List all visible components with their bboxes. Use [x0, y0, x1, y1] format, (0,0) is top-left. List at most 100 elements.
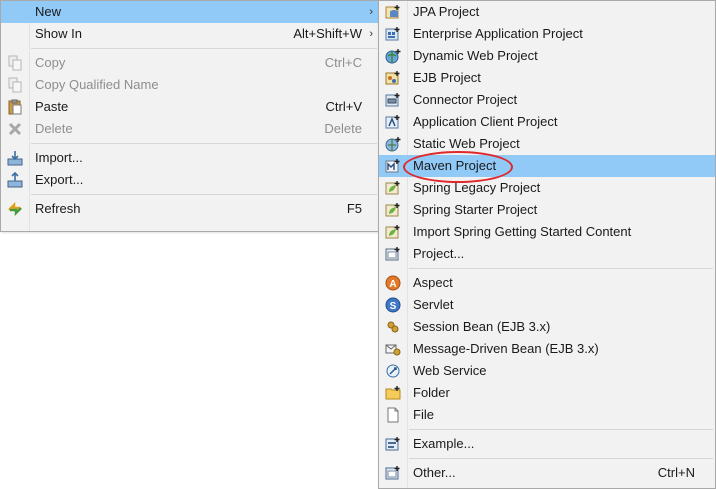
submenu-item-folder[interactable]: Folder: [379, 382, 715, 404]
jpa-project-icon: [385, 5, 400, 19]
submenu-item-jpa-project[interactable]: JPA Project: [379, 1, 715, 23]
svg-text:S: S: [390, 301, 397, 312]
submenu-item-example[interactable]: Example...: [379, 433, 715, 455]
web-service-icon: [386, 364, 400, 378]
aspect-icon: A: [385, 275, 401, 291]
submenu-item-other[interactable]: Other... Ctrl+N: [379, 462, 715, 484]
menu-item-label: Connector Project: [413, 92, 518, 107]
submenu-item-file[interactable]: File: [379, 404, 715, 426]
menu-item-label: Servlet: [413, 297, 454, 312]
menu-item-label: Message-Driven Bean (EJB 3.x): [413, 341, 599, 356]
menu-item-refresh[interactable]: Refresh F5: [1, 198, 379, 220]
servlet-icon: S: [385, 297, 401, 313]
submenu-item-project[interactable]: Project...: [379, 243, 715, 265]
connector-project-icon: [385, 93, 400, 107]
menu-item-export[interactable]: Export...: [1, 169, 379, 191]
menu-item-label: Spring Starter Project: [413, 202, 538, 217]
menu-item-shortcut: Ctrl+N: [657, 465, 695, 480]
menu-separator: [409, 429, 713, 430]
menu-item-delete[interactable]: Delete Delete: [1, 118, 379, 140]
menu-item-label: Aspect: [413, 275, 453, 290]
other-icon: [385, 466, 400, 480]
context-menu: New › Show In Alt+Shift+W › Copy Ctrl+C …: [0, 0, 380, 232]
menu-item-label: Application Client Project: [413, 114, 558, 129]
menu-item-shortcut: Alt+Shift+W: [293, 26, 362, 41]
menu-item-import[interactable]: Import...: [1, 147, 379, 169]
menu-item-copy-qualified-name[interactable]: Copy Qualified Name: [1, 74, 379, 96]
file-icon: [387, 407, 399, 423]
submenu-item-spring-starter-project[interactable]: Spring Starter Project: [379, 199, 715, 221]
enterprise-application-project-icon: [385, 27, 400, 41]
import-spring-content-icon: [385, 225, 400, 239]
submenu-item-aspect[interactable]: A Aspect: [379, 272, 715, 294]
menu-item-label: File: [413, 407, 434, 422]
menu-item-copy[interactable]: Copy Ctrl+C: [1, 52, 379, 74]
project-icon: [385, 247, 400, 261]
submenu-item-spring-legacy-project[interactable]: Spring Legacy Project: [379, 177, 715, 199]
menu-item-label: JPA Project: [413, 4, 480, 19]
submenu-item-ejb-project[interactable]: EJB Project: [379, 67, 715, 89]
submenu-item-web-service[interactable]: Web Service: [379, 360, 715, 382]
menu-item-label: Project...: [413, 246, 465, 261]
new-submenu: JPA Project Enterprise Application Proje…: [378, 0, 716, 489]
menu-item-shortcut: F5: [346, 201, 362, 216]
menu-item-label: Import Spring Getting Started Content: [413, 224, 632, 239]
menu-item-shortcut: Ctrl+V: [325, 99, 362, 114]
copy-icon: [8, 55, 22, 71]
submenu-item-servlet[interactable]: S Servlet: [379, 294, 715, 316]
maven-project-icon: [385, 159, 400, 173]
menu-item-label: Spring Legacy Project: [413, 180, 541, 195]
dynamic-web-project-icon: [385, 49, 401, 64]
submenu-item-message-driven-bean[interactable]: Message-Driven Bean (EJB 3.x): [379, 338, 715, 360]
submenu-item-enterprise-application-project[interactable]: Enterprise Application Project: [379, 23, 715, 45]
menu-item-label: Refresh: [35, 201, 81, 216]
application-client-project-icon: [385, 115, 400, 129]
export-icon: [7, 172, 23, 188]
submenu-item-import-spring-content[interactable]: Import Spring Getting Started Content: [379, 221, 715, 243]
folder-icon: [385, 386, 401, 400]
copy-qualified-name-icon: [8, 77, 22, 93]
menu-item-label: Web Service: [413, 363, 487, 378]
menu-item-label: Paste: [35, 99, 69, 114]
static-web-project-icon: [385, 137, 401, 152]
submenu-item-session-bean[interactable]: Session Bean (EJB 3.x): [379, 316, 715, 338]
submenu-arrow-icon: ›: [369, 6, 373, 18]
import-icon: [7, 151, 23, 166]
menu-separator: [409, 458, 713, 459]
menu-item-label: Copy: [35, 55, 66, 70]
menu-item-label: Session Bean (EJB 3.x): [413, 319, 551, 334]
ejb-project-icon: [385, 71, 400, 85]
menu-item-label: EJB Project: [413, 70, 481, 85]
submenu-item-application-client-project[interactable]: Application Client Project: [379, 111, 715, 133]
menu-separator: [31, 194, 377, 195]
menu-separator: [409, 268, 713, 269]
menu-item-label: Delete: [35, 121, 73, 136]
menu-item-label: New: [35, 4, 62, 19]
menu-item-shortcut: Delete: [324, 121, 362, 136]
svg-text:A: A: [389, 279, 396, 290]
submenu-item-dynamic-web-project[interactable]: Dynamic Web Project: [379, 45, 715, 67]
menu-item-label: Import...: [35, 150, 83, 165]
menu-item-label: Static Web Project: [413, 136, 520, 151]
paste-icon: [8, 99, 22, 115]
spring-legacy-project-icon: [385, 181, 400, 195]
menu-item-label: Other...: [413, 465, 456, 480]
menu-separator: [31, 143, 377, 144]
menu-separator: [31, 48, 377, 49]
submenu-item-maven-project[interactable]: Maven Project: [379, 155, 715, 177]
message-driven-bean-icon: [385, 344, 401, 356]
submenu-item-connector-project[interactable]: Connector Project: [379, 89, 715, 111]
refresh-icon: [8, 201, 22, 217]
submenu-item-static-web-project[interactable]: Static Web Project: [379, 133, 715, 155]
menu-item-shortcut: Ctrl+C: [324, 55, 362, 70]
submenu-arrow-icon: ›: [369, 28, 373, 40]
spring-starter-project-icon: [385, 203, 400, 217]
delete-icon: [8, 122, 22, 136]
session-bean-icon: [387, 321, 399, 333]
menu-item-label: Export...: [35, 172, 84, 187]
menu-item-paste[interactable]: Paste Ctrl+V: [1, 96, 379, 118]
menu-item-label: Copy Qualified Name: [35, 77, 159, 92]
menu-item-new[interactable]: New ›: [1, 1, 379, 23]
menu-item-show-in[interactable]: Show In Alt+Shift+W ›: [1, 23, 379, 45]
menu-item-label: Maven Project: [413, 158, 497, 173]
